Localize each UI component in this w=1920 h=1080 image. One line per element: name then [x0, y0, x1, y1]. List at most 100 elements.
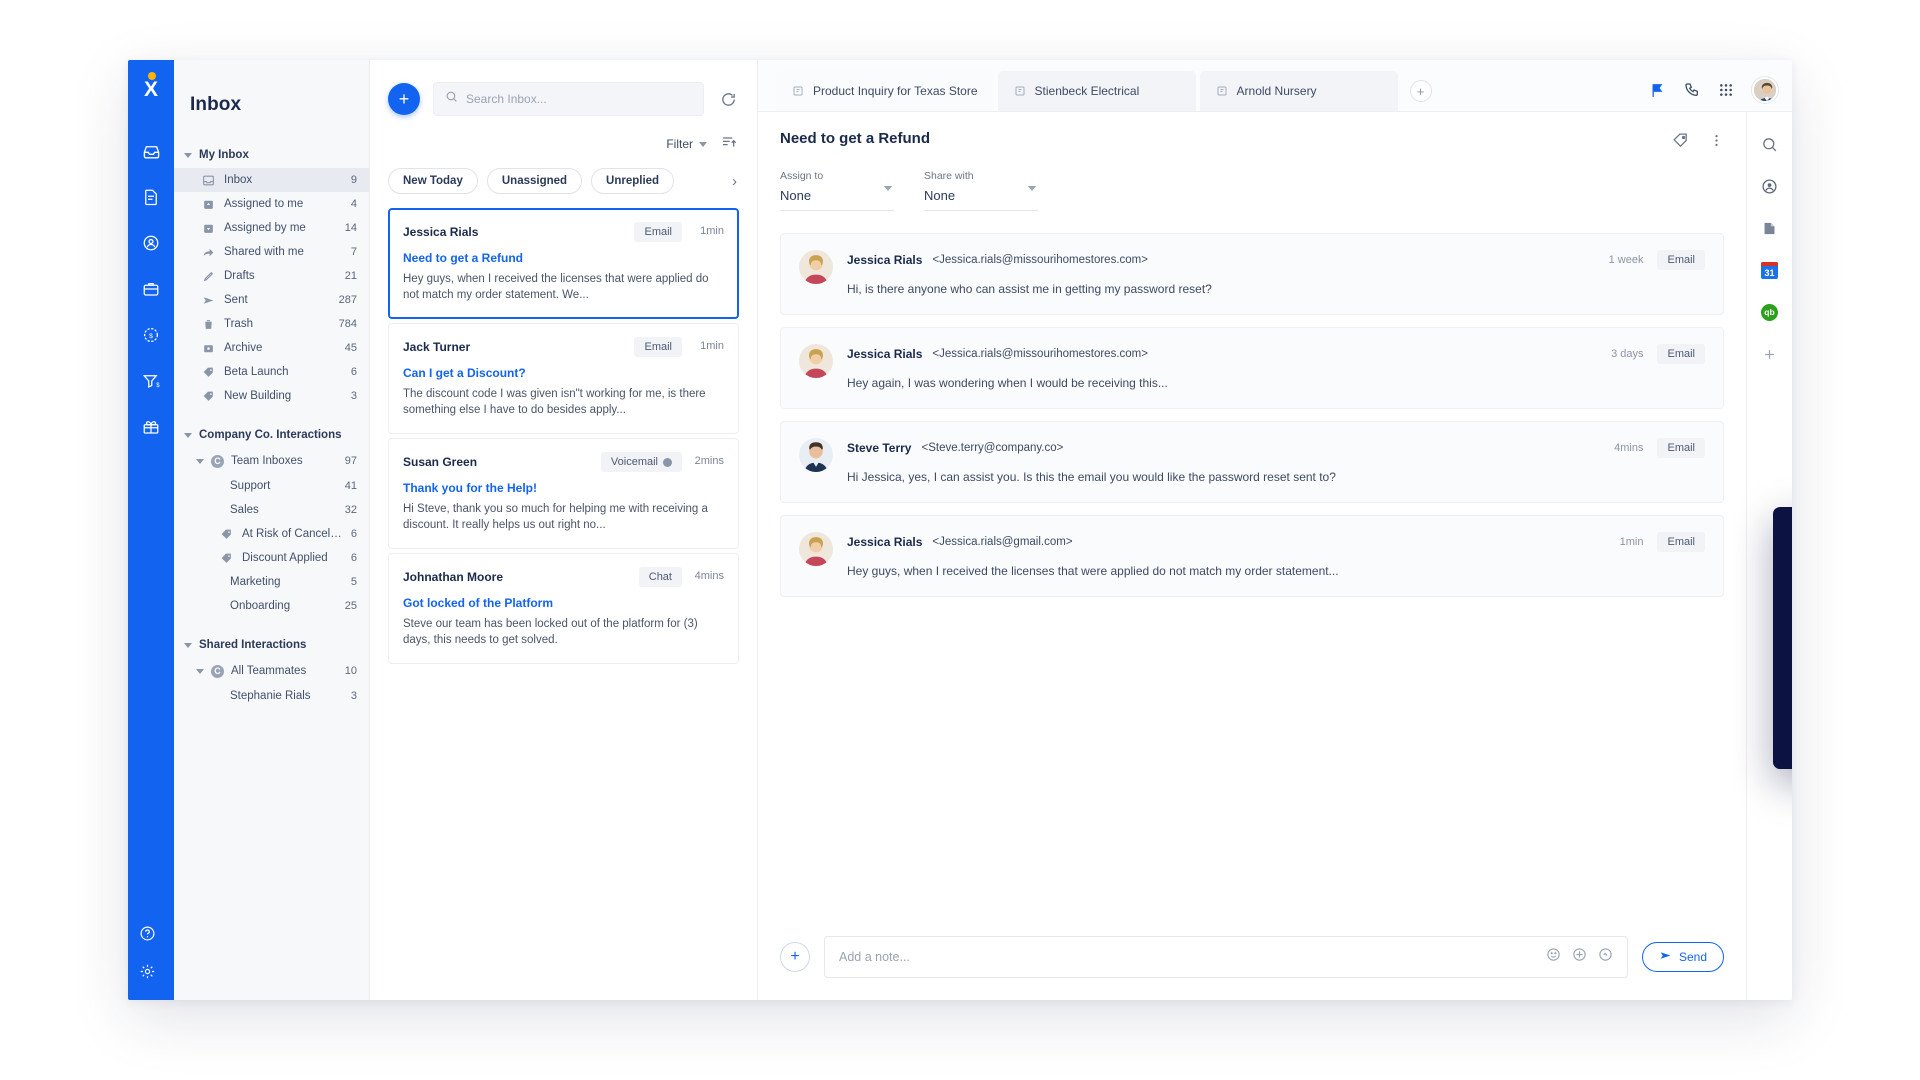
- sidebar-item-at-risk-of-cancelling[interactable]: At Risk of Cancelling 6: [174, 522, 369, 546]
- link-icon[interactable]: [1598, 947, 1613, 967]
- search-icon[interactable]: [1758, 132, 1782, 156]
- gift-icon[interactable]: [132, 404, 170, 450]
- calendar-day: 31: [1761, 261, 1778, 279]
- emoji-icon[interactable]: [1546, 947, 1561, 967]
- message-body: Steve Terry <Steve.terry@company.co> 4mi…: [847, 438, 1705, 486]
- note-input[interactable]: [839, 950, 1534, 964]
- sidebar-item-discount-applied[interactable]: Discount Applied 6: [174, 546, 369, 570]
- sidebar-item-count: 41: [344, 480, 357, 492]
- sidebar-item-label: Sales: [230, 504, 259, 516]
- composer-input-wrapper[interactable]: [824, 936, 1628, 978]
- sidebar-item-onboarding[interactable]: Onboarding 25: [174, 594, 369, 618]
- tab-stienbeck-electrical[interactable]: Stienbeck Electrical: [997, 71, 1196, 111]
- sidebar-item-drafts[interactable]: Drafts 21: [174, 264, 369, 288]
- conversation-preview: Hi Steve, thank you so much for helping …: [403, 503, 708, 531]
- chip-new-today[interactable]: New Today: [388, 168, 478, 194]
- sidebar-group-label: My Inbox: [199, 149, 249, 161]
- tab-arnold-nursery[interactable]: Arnold Nursery: [1199, 71, 1398, 111]
- archive-icon: [202, 342, 215, 355]
- inbox-icon[interactable]: [132, 128, 170, 174]
- sort-ascending-icon[interactable]: [721, 134, 737, 155]
- conversation-list-item[interactable]: Johnathan Moore Chat 4mins Got locked of…: [388, 553, 739, 664]
- more-vertical-icon[interactable]: [1709, 133, 1724, 153]
- sidebar-item-beta-launch[interactable]: Beta Launch 6: [174, 360, 369, 384]
- sidebar-item-stephanie-rials[interactable]: Stephanie Rials 3: [174, 684, 369, 708]
- message-meta: 4mins Email: [1614, 438, 1705, 458]
- search-input-wrapper[interactable]: [433, 82, 704, 116]
- share-with-dropdown[interactable]: Share with None: [924, 170, 1038, 211]
- sidebar-item-assigned-to-me[interactable]: Assigned to me 4: [174, 192, 369, 216]
- add-icon[interactable]: [1758, 342, 1782, 366]
- conversation-list-item[interactable]: Susan Green Voicemail 2mins Thank you fo…: [388, 438, 739, 549]
- sidebar-item-marketing[interactable]: Marketing 5: [174, 570, 369, 594]
- quickbooks-icon[interactable]: qb: [1758, 300, 1782, 324]
- settings-icon[interactable]: [128, 952, 166, 990]
- add-tab-button[interactable]: +: [1409, 80, 1432, 102]
- conversation-subject[interactable]: Got locked of the Platform: [403, 596, 724, 610]
- message-item[interactable]: Steve Terry <Steve.terry@company.co> 4mi…: [780, 421, 1724, 503]
- sidebar-item-new-building[interactable]: New Building 3: [174, 384, 369, 408]
- filter-label: Filter: [666, 137, 693, 151]
- dollar-icon[interactable]: $: [132, 312, 170, 358]
- chip-unreplied[interactable]: Unreplied: [591, 168, 675, 194]
- sidebar-item-inbox[interactable]: Inbox 9: [174, 168, 369, 192]
- search-input[interactable]: [466, 92, 692, 106]
- sidebar-item-archive[interactable]: Archive 45: [174, 336, 369, 360]
- conversation-preview: Hey guys, when I received the licenses t…: [403, 273, 709, 301]
- sidebar-item-sales[interactable]: Sales 32: [174, 498, 369, 522]
- tab-product-inquiry-for-texas-store[interactable]: Product Inquiry for Texas Store: [776, 71, 994, 111]
- filter-dropdown[interactable]: Filter: [666, 137, 707, 151]
- sidebar: Inbox My Inbox Inbox 9 Assigned to me 4 …: [174, 60, 370, 1000]
- refresh-icon[interactable]: [717, 88, 739, 110]
- conversation-list-item[interactable]: Jessica Rials Email 1min Need to get a R…: [388, 208, 739, 319]
- conversation-icon: [792, 85, 804, 97]
- attachment-icon[interactable]: [1572, 947, 1587, 967]
- user-avatar[interactable]: [1752, 77, 1778, 103]
- sidebar-item-sent[interactable]: Sent 287: [174, 288, 369, 312]
- contact-icon[interactable]: [1758, 174, 1782, 198]
- chips-next-button[interactable]: ›: [732, 173, 739, 190]
- message-sender: Steve Terry: [847, 441, 912, 455]
- funnel-dollar-icon[interactable]: $: [132, 358, 170, 404]
- sidebar-item-trash[interactable]: Trash 784: [174, 312, 369, 336]
- sidebar-item-support[interactable]: Support 41: [174, 474, 369, 498]
- message-item[interactable]: Jessica Rials <Jessica.rials@missourihom…: [780, 327, 1724, 409]
- sidebar-item-label: New Building: [224, 390, 292, 402]
- flag-icon[interactable]: [1649, 82, 1666, 99]
- contact-icon[interactable]: [132, 220, 170, 266]
- sidebar-group-my-inbox[interactable]: My Inbox: [174, 142, 369, 168]
- message-text: Hi, is there anyone who can assist me in…: [847, 282, 1212, 296]
- avatar: [799, 344, 833, 378]
- conversation-subject[interactable]: Can I get a Discount?: [403, 366, 724, 380]
- briefcase-icon[interactable]: [132, 266, 170, 312]
- sidebar-item-shared-with-me[interactable]: Shared with me 7: [174, 240, 369, 264]
- contact-card-popup[interactable]: Terry Jefferson Sr. 234-456-9908 Smith O…: [1773, 507, 1792, 769]
- assign-to-dropdown[interactable]: Assign to None: [780, 170, 894, 211]
- message-item[interactable]: Jessica Rials <Jessica.rials@gmail.com> …: [780, 515, 1724, 597]
- document-icon[interactable]: [1758, 216, 1782, 240]
- calendar-icon[interactable]: 31: [1758, 258, 1782, 282]
- company-avatar-icon: C: [211, 664, 224, 678]
- chip-unassigned[interactable]: Unassigned: [486, 168, 583, 194]
- sidebar-group-shared-interactions[interactable]: Shared Interactions: [174, 632, 369, 658]
- sidebar-item-count: 14: [344, 222, 357, 234]
- topbar-actions: [1649, 77, 1778, 103]
- document-icon[interactable]: [132, 174, 170, 220]
- message-body: Jessica Rials <Jessica.rials@missourihom…: [847, 250, 1705, 298]
- sidebar-item-assigned-by-me[interactable]: Assigned by me 14: [174, 216, 369, 240]
- sidebar-subgroup-team-inboxes[interactable]: C Team Inboxes 97: [174, 448, 369, 474]
- message-item[interactable]: Jessica Rials <Jessica.rials@missourihom…: [780, 233, 1724, 315]
- sidebar-subgroup-all-teammates[interactable]: C All Teammates 10: [174, 658, 369, 684]
- conversation-list-item[interactable]: Jack Turner Email 1min Can I get a Disco…: [388, 323, 739, 434]
- send-button[interactable]: Send: [1641, 942, 1724, 972]
- conversation-subject[interactable]: Need to get a Refund: [403, 251, 724, 265]
- help-icon[interactable]: [128, 914, 166, 952]
- conversation-subject[interactable]: Thank you for the Help!: [403, 481, 724, 495]
- new-conversation-button[interactable]: +: [388, 83, 420, 115]
- phone-icon[interactable]: [1684, 82, 1700, 98]
- composer-add-button[interactable]: +: [780, 942, 810, 972]
- tag-icon[interactable]: [1672, 132, 1689, 154]
- sidebar-group-company-interactions[interactable]: Company Co. Interactions: [174, 422, 369, 448]
- apps-grid-icon[interactable]: [1718, 82, 1734, 98]
